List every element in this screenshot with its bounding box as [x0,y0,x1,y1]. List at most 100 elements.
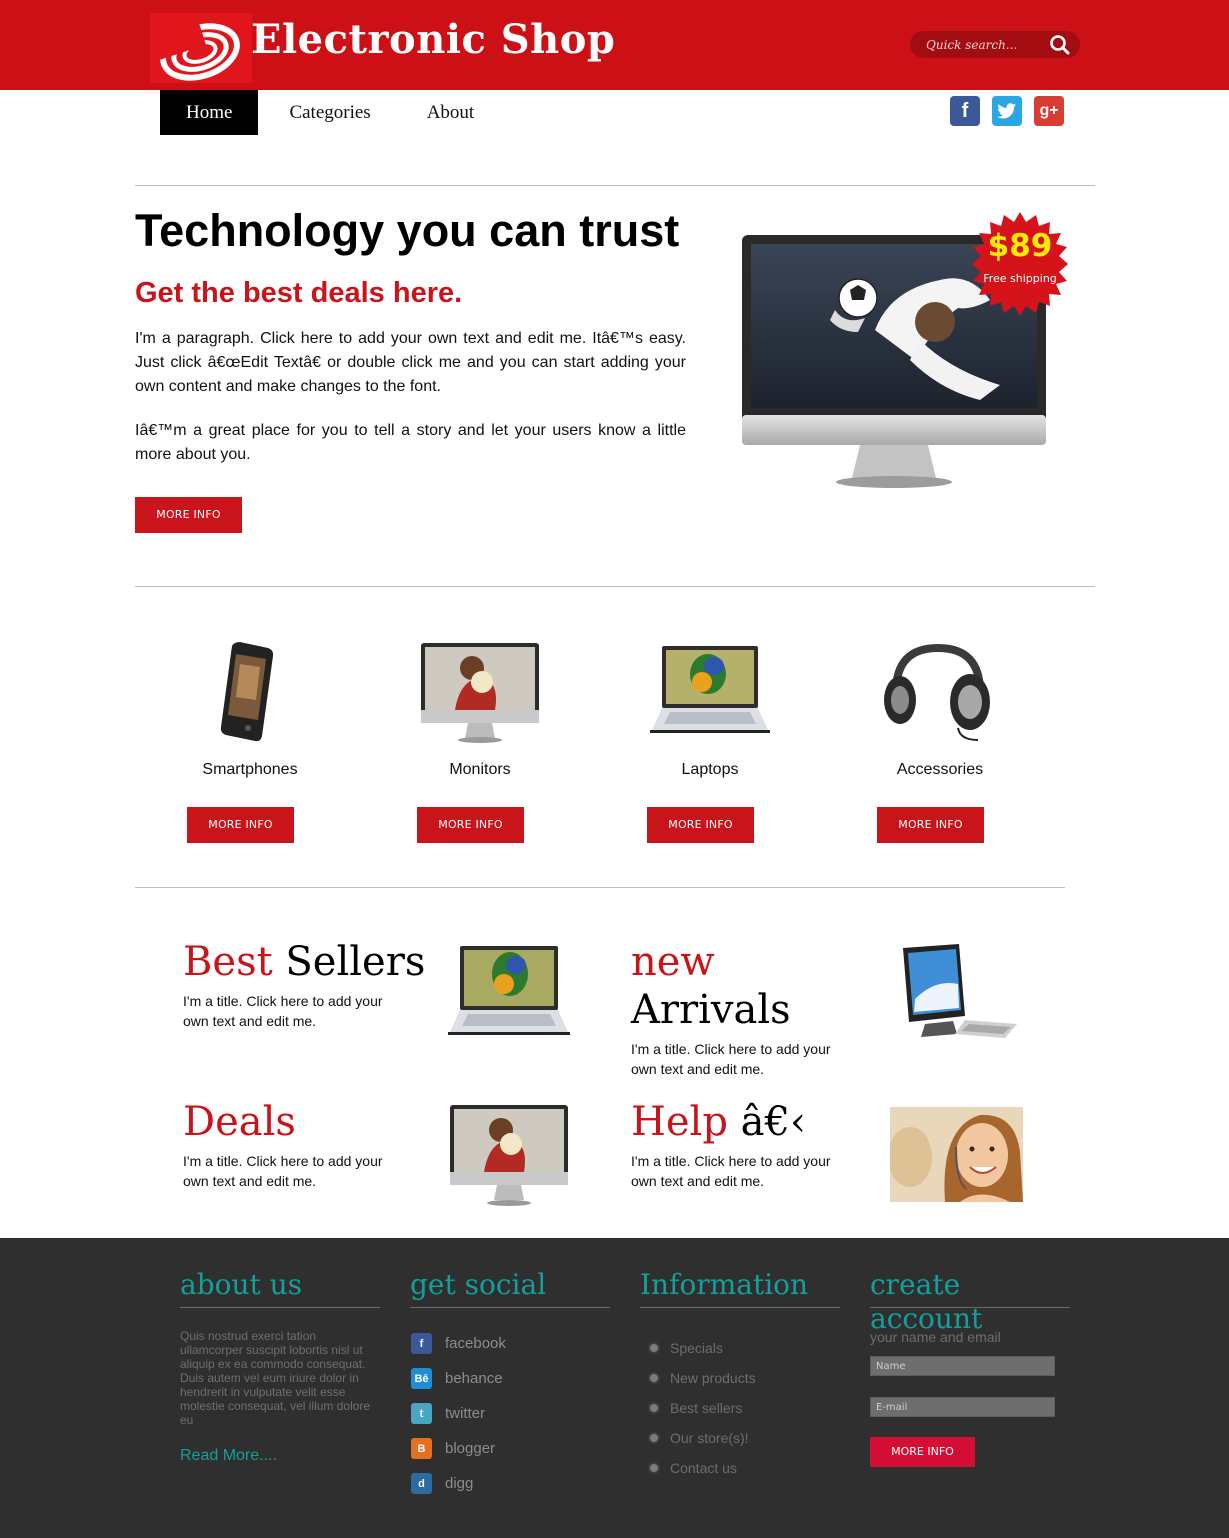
twitter-icon: t [411,1403,432,1424]
footer-info-label: Specials [670,1340,723,1356]
search-icon [1050,34,1070,54]
footer-about-text: Quis nostrud exerci tation ullamcorper s… [180,1329,371,1427]
badge-free-shipping: Free shipping [983,272,1057,285]
footer-twitter-link[interactable]: t twitter [411,1403,485,1424]
nav-about[interactable]: About [399,90,501,135]
bullet-icon [650,1374,658,1382]
header-social-links: f g+ [950,96,1064,126]
laptops-more-info-button[interactable]: MORE INFO [647,807,754,843]
help-title-a: Help [631,1099,728,1145]
best-sellers-title-b: Sellers [285,939,426,985]
footer-facebook-link[interactable]: f facebook [411,1333,506,1354]
facebook-icon: f [411,1333,432,1354]
footer-info-label: Our store(s)! [670,1430,749,1446]
footer-social-label: behance [445,1370,503,1387]
deals-text: I'm a title. Click here to add your own … [183,1153,383,1189]
footer-social-heading: get social [410,1268,547,1301]
hero-more-info-button[interactable]: MORE INFO [135,497,242,533]
search-box [910,31,1080,58]
footer-divider [870,1307,1070,1308]
help-support-woman-image[interactable] [890,1107,1023,1202]
footer-social-label: digg [445,1475,474,1492]
help-title-b: â€‹ [740,1099,806,1145]
footer-social-label: blogger [445,1440,496,1457]
monitor-image[interactable] [420,640,540,744]
best-sellers-title[interactable]: Best Sellers [183,938,425,986]
site-logo[interactable] [150,13,252,83]
help-title[interactable]: Help â€‹ [631,1098,806,1146]
site-title[interactable]: Electronic Shop [251,16,615,63]
smartphones-more-info-button[interactable]: MORE INFO [187,807,294,843]
headphones-image[interactable] [878,640,996,744]
create-account-button[interactable]: MORE INFO [870,1437,975,1467]
footer-divider [180,1307,380,1308]
best-sellers-laptop-image[interactable] [448,944,570,1038]
footer-info-link[interactable]: New products [650,1370,756,1386]
search-input[interactable] [926,34,1046,55]
category-name[interactable]: Accessories [840,761,1040,779]
bullet-icon [650,1434,658,1442]
bullet-icon [650,1464,658,1472]
help-text: I'm a title. Click here to add your own … [631,1153,831,1189]
name-field[interactable] [870,1356,1055,1376]
footer-info-label: Contact us [670,1460,737,1476]
laptop-image[interactable] [650,644,770,736]
footer-digg-link[interactable]: d digg [411,1473,473,1494]
behance-icon: Bē [411,1368,432,1389]
blogger-icon: B [411,1438,432,1459]
new-arrivals-text: I'm a title. Click here to add your own … [631,1041,831,1077]
divider [135,185,1095,186]
twitter-icon[interactable] [992,96,1022,126]
smartphone-image[interactable] [210,640,290,745]
footer-info-link[interactable]: Specials [650,1340,723,1356]
digg-icon: d [411,1473,432,1494]
footer-about-heading: about us [180,1268,303,1301]
footer-information-heading: Information [640,1268,809,1301]
best-sellers-text: I'm a title. Click here to add your own … [183,993,383,1029]
hero-title: Technology you can trust [135,205,680,256]
create-account-subtitle: your name and email [870,1329,1001,1345]
deals-title-a: Deals [183,1099,296,1145]
deals-title[interactable]: Deals [183,1098,296,1146]
footer-create-heading: create [870,1268,961,1301]
footer-divider [410,1307,610,1308]
category-name[interactable]: Smartphones [150,761,350,779]
best-sellers-title-a: Best [183,939,273,985]
facebook-icon[interactable]: f [950,96,980,126]
footer-info-label: Best sellers [670,1400,743,1416]
badge-price: $89 [987,228,1053,264]
google-plus-icon[interactable]: g+ [1034,96,1064,126]
hero-subtitle: Get the best deals here. [135,277,463,309]
accessories-more-info-button[interactable]: MORE INFO [877,807,984,843]
nav-categories[interactable]: Categories [258,90,398,135]
new-arrivals-title-a: new [631,939,715,985]
footer-divider [640,1307,840,1308]
email-field[interactable] [870,1397,1055,1417]
footer-blogger-link[interactable]: B blogger [411,1438,495,1459]
footer-info-link[interactable]: Our store(s)! [650,1430,749,1446]
divider [135,586,1095,587]
monitors-more-info-button[interactable]: MORE INFO [417,807,524,843]
nav-home[interactable]: Home [160,90,259,135]
hero-paragraph: I'm a paragraph. Click here to add your … [135,330,686,395]
new-arrivals-title[interactable]: new Arrivals [631,938,791,1034]
divider [135,887,1065,888]
footer-behance-link[interactable]: Bē behance [411,1368,503,1389]
footer-info-link[interactable]: Contact us [650,1460,737,1476]
hero-paragraph: Iâ€™m a great place for you to tell a st… [135,422,686,463]
bullet-icon [650,1344,658,1352]
search-button[interactable] [1048,33,1072,56]
bullet-icon [650,1404,658,1412]
main-nav: Home Categories About [160,90,500,135]
new-arrivals-computer-image[interactable] [895,944,1023,1044]
footer-social-label: facebook [445,1335,506,1352]
category-name[interactable]: Laptops [610,761,810,779]
deals-monitor-image[interactable] [449,1104,569,1208]
footer-social-label: twitter [445,1405,486,1422]
footer-info-label: New products [670,1370,756,1386]
footer-info-link[interactable]: Best sellers [650,1400,742,1416]
read-more-link[interactable]: Read More.... [180,1447,277,1465]
new-arrivals-title-b: Arrivals [631,987,791,1033]
category-name[interactable]: Monitors [380,761,580,779]
logo-swirl-icon [150,20,240,81]
